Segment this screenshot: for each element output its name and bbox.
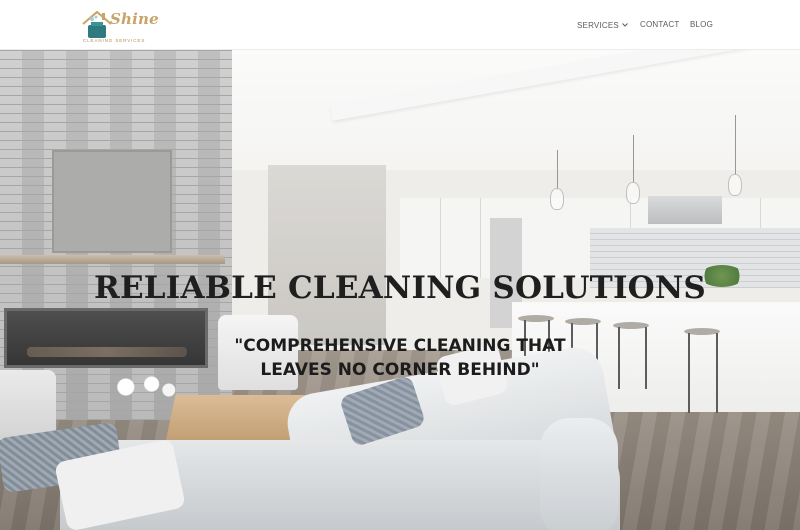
brand-logo[interactable]: Shine CLEANING SERVICES bbox=[80, 8, 159, 46]
nav-item-services[interactable]: SERVICES bbox=[577, 20, 628, 30]
nav-item-blog[interactable]: BLOG bbox=[690, 20, 713, 29]
hero-section: RELIABLE CLEANING SOLUTIONS "COMPREHENSI… bbox=[0, 50, 800, 530]
site-header: Shine CLEANING SERVICES SERVICES CONTACT… bbox=[0, 0, 800, 50]
brand-name: Shine bbox=[110, 10, 159, 28]
chevron-down-icon bbox=[622, 20, 628, 29]
nav-item-services-label: SERVICES bbox=[577, 21, 619, 30]
house-bucket-logo-icon bbox=[82, 10, 112, 38]
hero-title: RELIABLE CLEANING SOLUTIONS bbox=[94, 270, 706, 306]
hero-subtitle: "COMPREHENSIVE CLEANING THAT LEAVES NO C… bbox=[234, 336, 566, 380]
nav-item-contact[interactable]: CONTACT bbox=[640, 20, 679, 29]
brand-tagline: CLEANING SERVICES bbox=[83, 38, 146, 43]
